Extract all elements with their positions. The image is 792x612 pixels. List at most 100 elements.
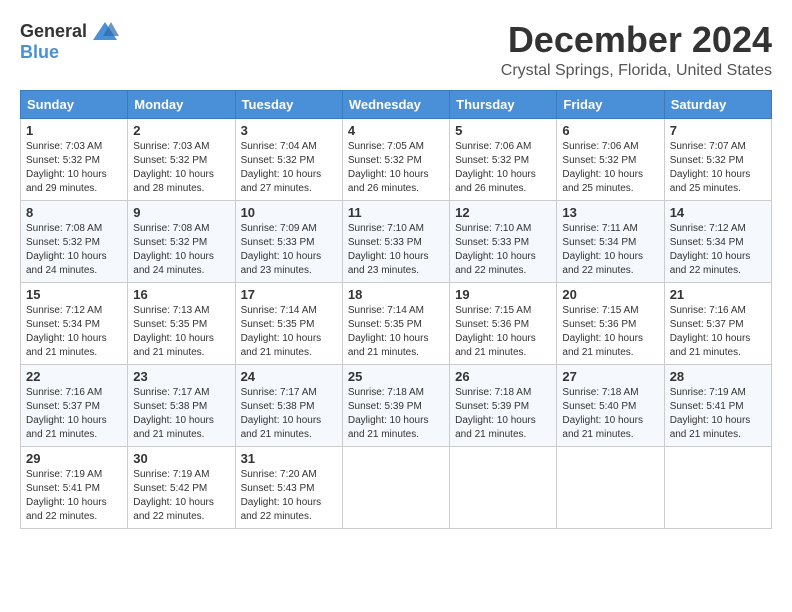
day-info: Sunrise: 7:19 AMSunset: 5:41 PMDaylight:…: [26, 469, 107, 522]
calendar-cell: 11 Sunrise: 7:10 AMSunset: 5:33 PMDaylig…: [342, 200, 449, 282]
day-number: 11: [348, 205, 444, 220]
day-info: Sunrise: 7:17 AMSunset: 5:38 PMDaylight:…: [241, 387, 322, 440]
calendar-cell: 4 Sunrise: 7:05 AMSunset: 5:32 PMDayligh…: [342, 118, 449, 200]
day-info: Sunrise: 7:13 AMSunset: 5:35 PMDaylight:…: [133, 305, 214, 358]
day-number: 15: [26, 287, 122, 302]
calendar-cell: 25 Sunrise: 7:18 AMSunset: 5:39 PMDaylig…: [342, 364, 449, 446]
day-number: 17: [241, 287, 337, 302]
title-section: December 2024 Crystal Springs, Florida, …: [501, 20, 772, 80]
day-number: 26: [455, 369, 551, 384]
calendar-cell: [557, 446, 664, 528]
day-number: 31: [241, 451, 337, 466]
day-number: 2: [133, 123, 229, 138]
calendar-header-thursday: Thursday: [450, 90, 557, 118]
day-info: Sunrise: 7:03 AMSunset: 5:32 PMDaylight:…: [133, 141, 214, 194]
day-number: 3: [241, 123, 337, 138]
calendar-cell: 9 Sunrise: 7:08 AMSunset: 5:32 PMDayligh…: [128, 200, 235, 282]
calendar-cell: 19 Sunrise: 7:15 AMSunset: 5:36 PMDaylig…: [450, 282, 557, 364]
calendar-cell: [342, 446, 449, 528]
calendar-cell: 20 Sunrise: 7:15 AMSunset: 5:36 PMDaylig…: [557, 282, 664, 364]
calendar-week-row: 8 Sunrise: 7:08 AMSunset: 5:32 PMDayligh…: [21, 200, 772, 282]
day-number: 7: [670, 123, 766, 138]
day-number: 10: [241, 205, 337, 220]
calendar-cell: 3 Sunrise: 7:04 AMSunset: 5:32 PMDayligh…: [235, 118, 342, 200]
day-info: Sunrise: 7:07 AMSunset: 5:32 PMDaylight:…: [670, 141, 751, 194]
calendar-week-row: 29 Sunrise: 7:19 AMSunset: 5:41 PMDaylig…: [21, 446, 772, 528]
day-number: 8: [26, 205, 122, 220]
day-info: Sunrise: 7:14 AMSunset: 5:35 PMDaylight:…: [241, 305, 322, 358]
calendar-cell: [664, 446, 771, 528]
calendar-cell: 31 Sunrise: 7:20 AMSunset: 5:43 PMDaylig…: [235, 446, 342, 528]
day-number: 30: [133, 451, 229, 466]
day-number: 1: [26, 123, 122, 138]
day-info: Sunrise: 7:20 AMSunset: 5:43 PMDaylight:…: [241, 469, 322, 522]
day-number: 22: [26, 369, 122, 384]
month-title: December 2024: [501, 20, 772, 60]
day-info: Sunrise: 7:16 AMSunset: 5:37 PMDaylight:…: [670, 305, 751, 358]
day-number: 29: [26, 451, 122, 466]
day-info: Sunrise: 7:11 AMSunset: 5:34 PMDaylight:…: [562, 223, 643, 276]
day-info: Sunrise: 7:12 AMSunset: 5:34 PMDaylight:…: [26, 305, 107, 358]
calendar-cell: 23 Sunrise: 7:17 AMSunset: 5:38 PMDaylig…: [128, 364, 235, 446]
day-info: Sunrise: 7:19 AMSunset: 5:42 PMDaylight:…: [133, 469, 214, 522]
day-info: Sunrise: 7:10 AMSunset: 5:33 PMDaylight:…: [455, 223, 536, 276]
calendar-header-friday: Friday: [557, 90, 664, 118]
day-number: 28: [670, 369, 766, 384]
calendar-cell: 18 Sunrise: 7:14 AMSunset: 5:35 PMDaylig…: [342, 282, 449, 364]
day-info: Sunrise: 7:09 AMSunset: 5:33 PMDaylight:…: [241, 223, 322, 276]
day-info: Sunrise: 7:05 AMSunset: 5:32 PMDaylight:…: [348, 141, 429, 194]
calendar-header-monday: Monday: [128, 90, 235, 118]
day-number: 27: [562, 369, 658, 384]
calendar-cell: 27 Sunrise: 7:18 AMSunset: 5:40 PMDaylig…: [557, 364, 664, 446]
calendar-header-wednesday: Wednesday: [342, 90, 449, 118]
day-number: 12: [455, 205, 551, 220]
calendar-cell: 6 Sunrise: 7:06 AMSunset: 5:32 PMDayligh…: [557, 118, 664, 200]
calendar-table: SundayMondayTuesdayWednesdayThursdayFrid…: [20, 90, 772, 529]
calendar-cell: 8 Sunrise: 7:08 AMSunset: 5:32 PMDayligh…: [21, 200, 128, 282]
logo-blue: Blue: [20, 42, 59, 62]
day-info: Sunrise: 7:08 AMSunset: 5:32 PMDaylight:…: [133, 223, 214, 276]
calendar-week-row: 22 Sunrise: 7:16 AMSunset: 5:37 PMDaylig…: [21, 364, 772, 446]
calendar-cell: 1 Sunrise: 7:03 AMSunset: 5:32 PMDayligh…: [21, 118, 128, 200]
calendar-cell: 14 Sunrise: 7:12 AMSunset: 5:34 PMDaylig…: [664, 200, 771, 282]
calendar-week-row: 15 Sunrise: 7:12 AMSunset: 5:34 PMDaylig…: [21, 282, 772, 364]
calendar-cell: 2 Sunrise: 7:03 AMSunset: 5:32 PMDayligh…: [128, 118, 235, 200]
calendar-week-row: 1 Sunrise: 7:03 AMSunset: 5:32 PMDayligh…: [21, 118, 772, 200]
calendar-cell: 30 Sunrise: 7:19 AMSunset: 5:42 PMDaylig…: [128, 446, 235, 528]
calendar-cell: 17 Sunrise: 7:14 AMSunset: 5:35 PMDaylig…: [235, 282, 342, 364]
day-info: Sunrise: 7:18 AMSunset: 5:40 PMDaylight:…: [562, 387, 643, 440]
calendar-cell: 10 Sunrise: 7:09 AMSunset: 5:33 PMDaylig…: [235, 200, 342, 282]
logo: General Blue: [20, 20, 119, 63]
calendar-header-sunday: Sunday: [21, 90, 128, 118]
calendar-cell: [450, 446, 557, 528]
calendar-cell: 29 Sunrise: 7:19 AMSunset: 5:41 PMDaylig…: [21, 446, 128, 528]
day-info: Sunrise: 7:08 AMSunset: 5:32 PMDaylight:…: [26, 223, 107, 276]
calendar-cell: 7 Sunrise: 7:07 AMSunset: 5:32 PMDayligh…: [664, 118, 771, 200]
day-number: 13: [562, 205, 658, 220]
calendar-header-row: SundayMondayTuesdayWednesdayThursdayFrid…: [21, 90, 772, 118]
day-info: Sunrise: 7:17 AMSunset: 5:38 PMDaylight:…: [133, 387, 214, 440]
day-info: Sunrise: 7:04 AMSunset: 5:32 PMDaylight:…: [241, 141, 322, 194]
day-number: 19: [455, 287, 551, 302]
day-info: Sunrise: 7:19 AMSunset: 5:41 PMDaylight:…: [670, 387, 751, 440]
day-info: Sunrise: 7:15 AMSunset: 5:36 PMDaylight:…: [455, 305, 536, 358]
day-info: Sunrise: 7:06 AMSunset: 5:32 PMDaylight:…: [562, 141, 643, 194]
day-info: Sunrise: 7:06 AMSunset: 5:32 PMDaylight:…: [455, 141, 536, 194]
calendar-cell: 13 Sunrise: 7:11 AMSunset: 5:34 PMDaylig…: [557, 200, 664, 282]
calendar-cell: 28 Sunrise: 7:19 AMSunset: 5:41 PMDaylig…: [664, 364, 771, 446]
day-number: 24: [241, 369, 337, 384]
day-info: Sunrise: 7:18 AMSunset: 5:39 PMDaylight:…: [455, 387, 536, 440]
day-number: 20: [562, 287, 658, 302]
day-number: 14: [670, 205, 766, 220]
day-info: Sunrise: 7:16 AMSunset: 5:37 PMDaylight:…: [26, 387, 107, 440]
day-number: 4: [348, 123, 444, 138]
day-number: 5: [455, 123, 551, 138]
calendar-cell: 22 Sunrise: 7:16 AMSunset: 5:37 PMDaylig…: [21, 364, 128, 446]
day-info: Sunrise: 7:12 AMSunset: 5:34 PMDaylight:…: [670, 223, 751, 276]
location-subtitle: Crystal Springs, Florida, United States: [501, 62, 772, 80]
day-info: Sunrise: 7:14 AMSunset: 5:35 PMDaylight:…: [348, 305, 429, 358]
calendar-cell: 16 Sunrise: 7:13 AMSunset: 5:35 PMDaylig…: [128, 282, 235, 364]
day-number: 6: [562, 123, 658, 138]
day-info: Sunrise: 7:18 AMSunset: 5:39 PMDaylight:…: [348, 387, 429, 440]
day-info: Sunrise: 7:10 AMSunset: 5:33 PMDaylight:…: [348, 223, 429, 276]
